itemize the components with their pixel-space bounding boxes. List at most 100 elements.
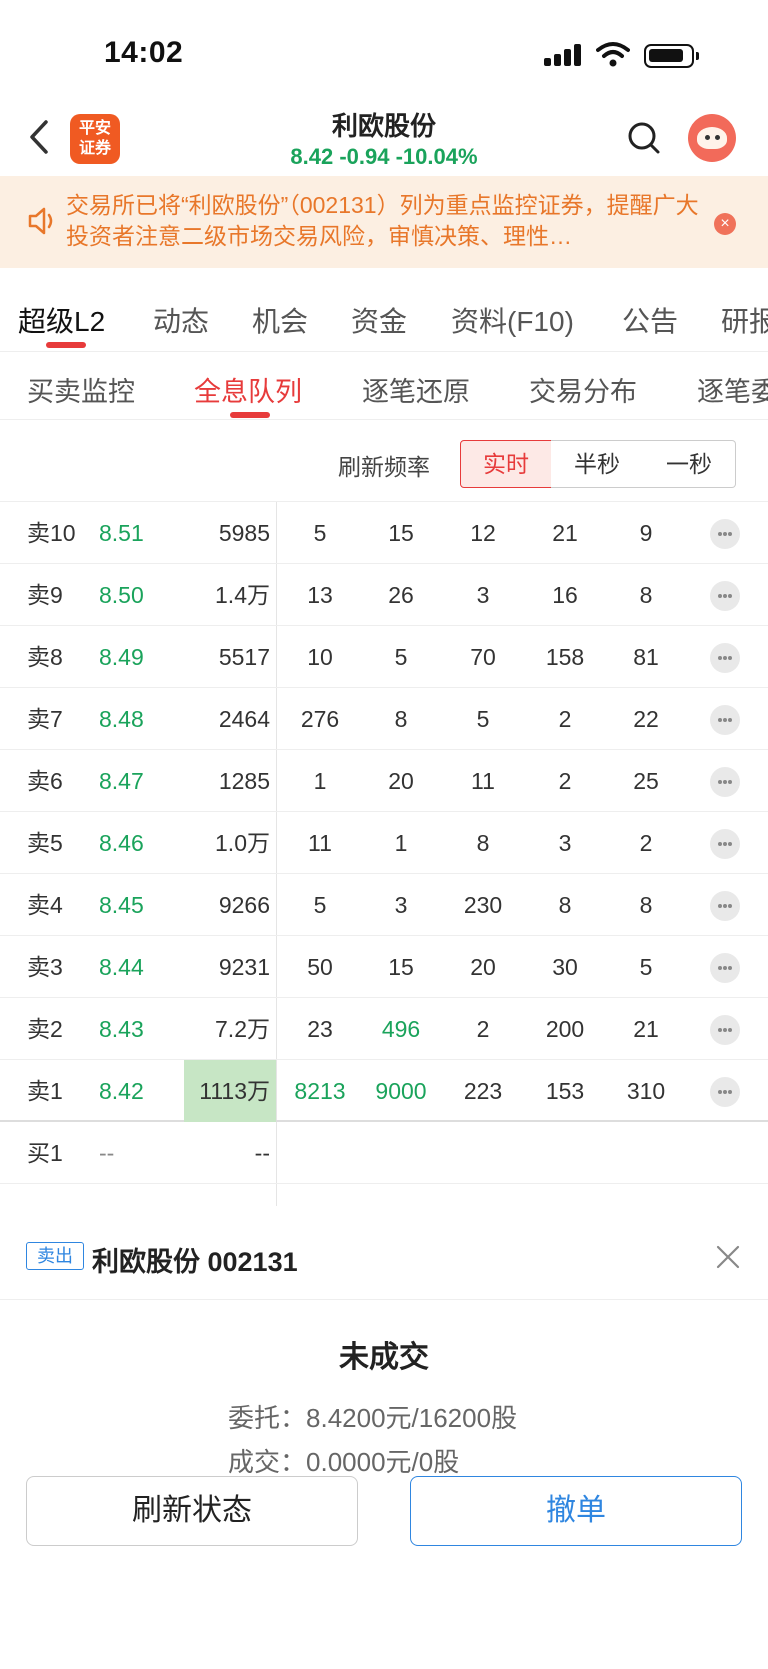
level-volume: 1113万: [184, 1060, 276, 1122]
order-book-row[interactable]: 卖3 8.44 9231 50 15 20 30 5: [0, 936, 768, 998]
more-icon[interactable]: [710, 891, 740, 921]
tab-dynamic[interactable]: 动态: [153, 300, 209, 340]
queue-order-size: 1: [313, 768, 327, 794]
queue-order-size: 8: [639, 892, 653, 918]
queue-order-size: 3: [394, 892, 408, 918]
more-icon[interactable]: [710, 1015, 740, 1045]
level-volume: 1.4万: [215, 582, 270, 608]
more-icon[interactable]: [710, 705, 740, 735]
tab-profile-f10[interactable]: 资料(F10): [451, 300, 574, 340]
notice-close-icon[interactable]: ×: [714, 213, 736, 235]
level-price: 8.43: [99, 1016, 144, 1042]
queue-order-size: 81: [633, 644, 659, 670]
queue-order-size: 2: [558, 706, 572, 732]
stock-header: 平安 证券 利欧股份 8.42 -0.94 -10.04%: [0, 100, 768, 176]
risk-notice-banner[interactable]: 交易所已将“利欧股份”（002131）列为重点监控证券，提醒广大投资者注意二级市…: [0, 176, 768, 268]
status-time: 14:02: [104, 36, 184, 69]
refresh-option-realtime[interactable]: 实时: [460, 440, 552, 488]
more-icon[interactable]: [710, 519, 740, 549]
tab-order-monitor[interactable]: 买卖监控: [27, 370, 135, 409]
level-volume: 5985: [218, 520, 270, 546]
more-icon[interactable]: [710, 829, 740, 859]
level-price: 8.47: [99, 768, 144, 794]
queue-order-size: 200: [545, 1016, 585, 1042]
order-book-row[interactable]: 卖4 8.45 9266 5 3 230 8 8: [0, 874, 768, 936]
wifi-icon: [596, 42, 630, 67]
tab-funds[interactable]: 资金: [351, 300, 407, 340]
refresh-option-one-second[interactable]: 一秒: [643, 440, 736, 488]
level-price: --: [99, 1140, 115, 1166]
level-label: 卖6: [27, 768, 63, 794]
order-book-row[interactable]: 卖2 8.43 7.2万 23 496 2 200 21: [0, 998, 768, 1060]
queue-order-size: 22: [633, 706, 659, 732]
queue-order-size: 30: [552, 954, 578, 980]
order-book-row[interactable]: 卖9 8.50 1.4万 13 26 3 16 8: [0, 564, 768, 626]
tab-announcements[interactable]: 公告: [622, 300, 678, 340]
refresh-option-half-second[interactable]: 半秒: [551, 440, 644, 488]
level-label: 卖1: [27, 1078, 63, 1104]
search-icon[interactable]: [626, 120, 662, 156]
main-tab-indicator: [46, 342, 86, 348]
queue-order-size: 50: [307, 954, 333, 980]
tab-research[interactable]: 研报: [721, 300, 768, 340]
queue-order-size: 13: [307, 582, 333, 608]
queue-order-size: 276: [300, 706, 340, 732]
queue-order-size: 2: [558, 768, 572, 794]
order-book-row[interactable]: 卖1 8.42 1113万 8213 9000 223 153 310: [0, 1060, 768, 1122]
more-icon[interactable]: [710, 581, 740, 611]
queue-order-size: 5: [639, 954, 653, 980]
order-status-panel: 卖出 利欧股份 002131 未成交 委托：8.4200元/16200股 成交：…: [0, 1206, 768, 1669]
level-price: 8.46: [99, 830, 144, 856]
sell-badge: 卖出: [26, 1242, 84, 1270]
more-icon[interactable]: [710, 1077, 740, 1107]
entrust-label: 委托：: [228, 1403, 307, 1433]
queue-order-size: 9: [639, 520, 653, 546]
tab-tick-orders[interactable]: 逐笔委托: [697, 370, 768, 409]
level-volume: 1.0万: [215, 830, 270, 856]
refresh-status-button[interactable]: 刷新状态: [26, 1476, 358, 1546]
order-book-row[interactable]: 卖5 8.46 1.0万 11 1 8 3 2: [0, 812, 768, 874]
queue-order-size: 8: [476, 830, 490, 856]
order-book-row[interactable]: 卖8 8.49 5517 10 5 70 158 81: [0, 626, 768, 688]
queue-order-size: 153: [545, 1078, 585, 1104]
order-book-row[interactable]: 卖10 8.51 5985 5 15 12 21 9: [0, 502, 768, 564]
queue-order-size: 21: [633, 1016, 659, 1042]
deal-detail: 成交：0.0000元/0股: [228, 1442, 459, 1479]
level-volume: 9231: [218, 954, 270, 980]
tab-tick-restore[interactable]: 逐笔还原: [362, 370, 470, 409]
queue-order-size: 23: [307, 1016, 333, 1042]
tab-super-l2[interactable]: 超级L2: [18, 300, 105, 340]
level-volume: 9266: [218, 892, 270, 918]
order-book: 卖10 8.51 5985 5 15 12 21 9 卖9 8.50 1.4万 13 26 3 16 8 卖8 8…: [0, 502, 768, 1206]
tab-trade-distribution[interactable]: 交易分布: [529, 370, 637, 409]
level-label: 卖7: [27, 706, 63, 732]
cellular-signal-icon: [544, 44, 584, 66]
level-label: 卖9: [27, 582, 63, 608]
level-price: 8.42: [99, 1078, 144, 1104]
tab-full-queue[interactable]: 全息队列: [194, 370, 302, 409]
refresh-frequency-label: 刷新频率: [338, 454, 430, 480]
more-icon[interactable]: [710, 643, 740, 673]
queue-order-size: 2: [639, 830, 653, 856]
avatar[interactable]: [688, 114, 736, 162]
queue-order-size: 496: [381, 1016, 421, 1042]
level-label: 卖8: [27, 644, 63, 670]
queue-order-size: 20: [470, 954, 496, 980]
order-book-row[interactable]: 卖7 8.48 2464 276 8 5 2 22: [0, 688, 768, 750]
more-icon[interactable]: [710, 953, 740, 983]
queue-order-size: 230: [463, 892, 503, 918]
close-icon[interactable]: [715, 1244, 741, 1270]
level-label: 卖2: [27, 1016, 63, 1042]
level-price: 8.50: [99, 582, 144, 608]
main-tabs: 超级L2 动态 机会 资金 资料(F10) 公告 研报: [0, 284, 768, 352]
queue-order-size: 11: [471, 768, 495, 794]
tab-opportunity[interactable]: 机会: [252, 300, 308, 340]
more-icon[interactable]: [710, 767, 740, 797]
queue-order-size: 20: [388, 768, 414, 794]
level-label: 买1: [27, 1140, 63, 1166]
order-book-row[interactable]: 卖6 8.47 1285 1 20 11 2 25: [0, 750, 768, 812]
level-price: 8.44: [99, 954, 144, 980]
queue-order-size: 25: [633, 768, 659, 794]
order-book-row[interactable]: 买1 -- --: [0, 1122, 768, 1184]
cancel-order-button[interactable]: 撤单: [410, 1476, 742, 1546]
